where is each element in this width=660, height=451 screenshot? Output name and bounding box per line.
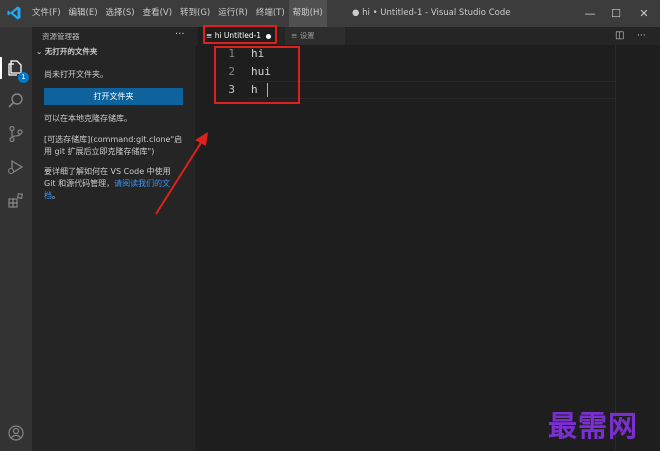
- minimize-button[interactable]: —: [578, 0, 602, 27]
- clone-text: 可以在本地克隆存储库。: [44, 114, 132, 123]
- menu-file[interactable]: 文件(F): [28, 0, 65, 27]
- menu-view[interactable]: 查看(V): [139, 0, 176, 27]
- minimap-divider: [615, 45, 616, 451]
- vscode-logo-icon: [7, 6, 21, 20]
- sidebar-title: 资源管理器: [42, 32, 80, 41]
- no-folder-section-header[interactable]: ⌄ 无打开的文件夹: [36, 46, 97, 58]
- menu-bar: 文件(F) 编辑(E) 选择(S) 查看(V) 转到(G) 运行(R) 终端(T…: [28, 0, 327, 27]
- chevron-down-icon: ⌄: [36, 47, 45, 56]
- no-folder-text: 尚未打开文件夹。: [44, 70, 108, 79]
- window-title: ● hi • Untitled-1 - Visual Studio Code: [352, 8, 511, 18]
- learn-more-suffix: 。: [52, 191, 60, 200]
- explorer-badge: 1: [18, 72, 29, 83]
- extensions-icon[interactable]: [5, 189, 27, 211]
- menu-terminal[interactable]: 终端(T): [252, 0, 289, 27]
- menu-edit[interactable]: 编辑(E): [65, 0, 102, 27]
- maximize-button[interactable]: ☐: [604, 0, 628, 27]
- section-title-label: 无打开的文件夹: [44, 47, 98, 56]
- account-icon[interactable]: [5, 422, 27, 444]
- close-button[interactable]: ✕: [632, 0, 656, 27]
- activity-bar: 1: [0, 27, 32, 451]
- watermark: 最需网: [548, 409, 639, 443]
- run-debug-icon[interactable]: [5, 156, 27, 178]
- title-bar: 文件(F) 编辑(E) 选择(S) 查看(V) 转到(G) 运行(R) 终端(T…: [0, 0, 660, 27]
- sidebar-more-button[interactable]: ···: [175, 27, 185, 43]
- annotation-arrow-icon: [155, 132, 208, 215]
- split-editor-icon[interactable]: ◫: [615, 27, 624, 45]
- tab-highlight-box: [203, 25, 277, 44]
- menu-go[interactable]: 转到(G): [176, 0, 214, 27]
- active-indicator: [0, 57, 2, 79]
- settings-file-icon: ≡: [291, 31, 298, 40]
- menu-run[interactable]: 运行(R): [214, 0, 252, 27]
- menu-selection[interactable]: 选择(S): [102, 0, 139, 27]
- tab-label: 设置: [299, 31, 315, 40]
- source-control-icon[interactable]: [5, 123, 27, 145]
- code-highlight-box: [214, 46, 300, 104]
- explorer-sidebar: 资源管理器 ··· ⌄ 无打开的文件夹 尚未打开文件夹。 打开文件夹 可以在本地…: [32, 27, 195, 451]
- editor-more-button[interactable]: ···: [637, 27, 646, 45]
- open-folder-button[interactable]: 打开文件夹: [44, 88, 183, 105]
- search-icon[interactable]: [5, 90, 27, 112]
- editor-area[interactable]: 1 hi 2 hui 3 h: [195, 45, 660, 451]
- menu-help[interactable]: 帮助(H): [288, 0, 327, 27]
- tab-settings[interactable]: ≡ 设置: [285, 27, 345, 45]
